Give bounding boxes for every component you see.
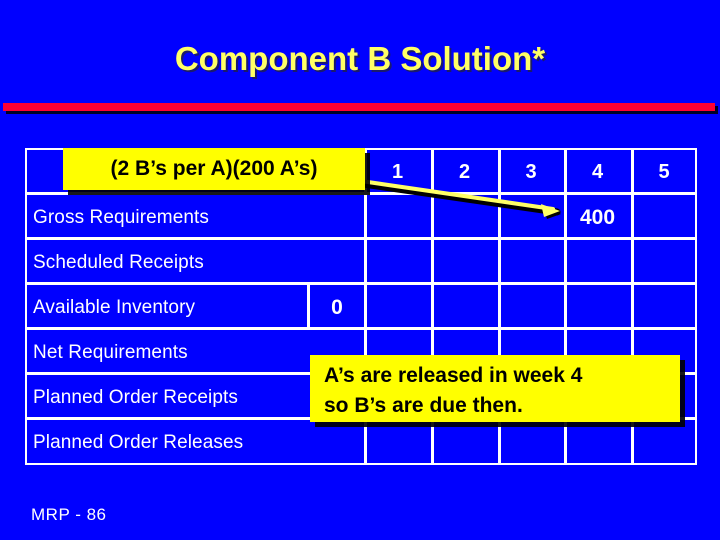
cell-available-inventory-onhand[interactable]: 0 xyxy=(310,285,364,330)
cell-available-inventory-3[interactable] xyxy=(498,285,564,330)
table-row: Scheduled Receipts xyxy=(27,240,695,285)
cell-planned-order-releases-3[interactable] xyxy=(498,420,564,465)
cell-scheduled-receipts-3[interactable] xyxy=(498,240,564,285)
period-header-4: 4 xyxy=(591,161,604,183)
row-label-net-requirements: Net Requirements xyxy=(33,342,188,363)
cell-gross-requirements-3[interactable] xyxy=(498,195,564,240)
callout-note-line2: so B’s are due then. xyxy=(324,394,523,417)
cell-available-inventory-5[interactable] xyxy=(631,285,697,330)
period-header-1: 1 xyxy=(391,161,404,183)
row-label-planned-order-receipts: Planned Order Receipts xyxy=(33,387,238,408)
row-label-scheduled-receipts: Scheduled Receipts xyxy=(33,252,204,273)
cell-available-inventory-4[interactable] xyxy=(564,285,631,330)
cell-planned-order-releases-1[interactable] xyxy=(364,420,431,465)
table-row: Available Inventory 0 xyxy=(27,285,695,330)
cell-scheduled-receipts-2[interactable] xyxy=(431,240,498,285)
cell-available-inventory-1[interactable] xyxy=(364,285,431,330)
cell-planned-order-releases-2[interactable] xyxy=(431,420,498,465)
cell-planned-order-releases-5[interactable] xyxy=(631,420,697,465)
cell-planned-order-releases-4[interactable] xyxy=(564,420,631,465)
cell-scheduled-receipts-4[interactable] xyxy=(564,240,631,285)
callout-note-line1: A’s are released in week 4 xyxy=(324,364,583,387)
table-row: Gross Requirements 400 xyxy=(27,195,695,240)
cell-gross-requirements-1[interactable] xyxy=(364,195,431,240)
callout-ratio: (2 B’s per A)(200 A’s) xyxy=(63,148,365,190)
slide-footer: MRP - 86 xyxy=(31,505,107,524)
page-title: Component B Solution* xyxy=(174,40,546,77)
cell-scheduled-receipts-5[interactable] xyxy=(631,240,697,285)
callout-note: A’s are released in week 4 so B’s are du… xyxy=(310,355,680,422)
cell-gross-requirements-5[interactable] xyxy=(631,195,697,240)
cell-gross-requirements-4[interactable]: 400 xyxy=(564,195,631,240)
period-header-2: 2 xyxy=(458,161,471,183)
cell-gross-requirements-2[interactable] xyxy=(431,195,498,240)
row-label-planned-order-releases: Planned Order Releases xyxy=(33,432,244,453)
period-header-3: 3 xyxy=(525,161,537,183)
cell-available-inventory-2[interactable] xyxy=(431,285,498,330)
row-label-available-inventory: Available Inventory xyxy=(33,297,196,318)
table-row: Planned Order Releases xyxy=(27,420,695,463)
row-label-gross-requirements: Gross Requirements xyxy=(33,207,210,228)
title-divider-rule xyxy=(3,103,715,111)
period-header-5: 5 xyxy=(658,161,670,183)
cell-scheduled-receipts-1[interactable] xyxy=(364,240,431,285)
